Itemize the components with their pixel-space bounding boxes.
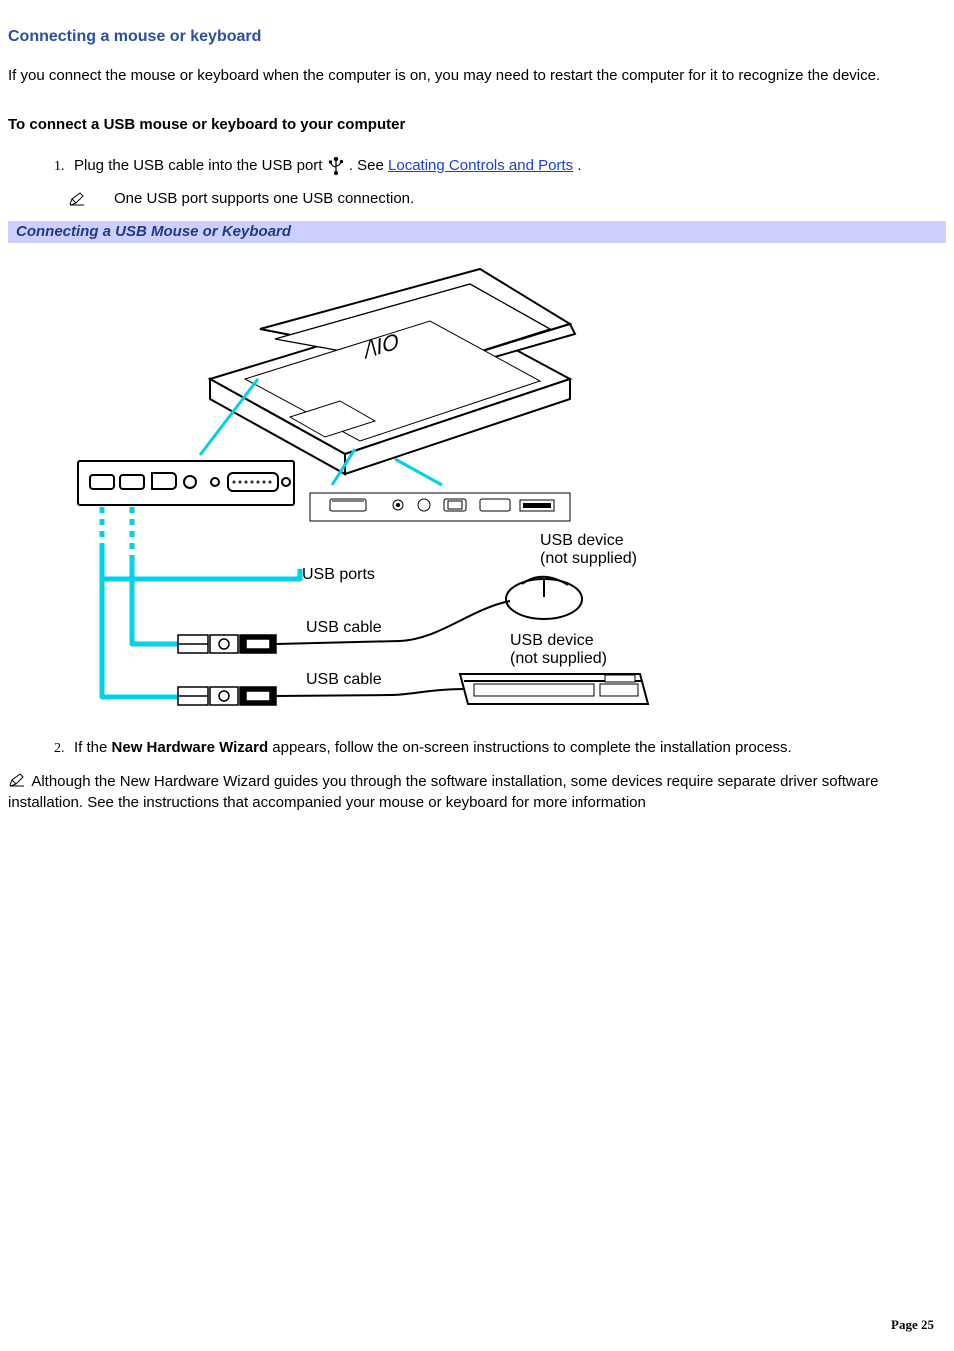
step-1-text-post-prefix: . See xyxy=(349,157,388,174)
step-1-text-pre: Plug the USB cable into the USB port xyxy=(74,157,327,174)
note-icon xyxy=(8,772,26,788)
section-heading: Connecting a mouse or keyboard xyxy=(8,28,946,46)
step-2: If the New Hardware Wizard appears, foll… xyxy=(68,737,946,758)
step-1-text-post-suffix: . xyxy=(577,157,581,174)
step-2-post: appears, follow the on-screen instructio… xyxy=(272,739,791,756)
label-not-supplied-1: (not supplied) xyxy=(540,550,637,567)
label-usb-cable-2: USB cable xyxy=(306,671,382,688)
label-usb-device-2: USB device xyxy=(510,632,594,649)
label-usb-ports: USB ports xyxy=(302,566,375,583)
step-2-bold: New Hardware Wizard xyxy=(112,739,269,756)
intro-paragraph: If you connect the mouse or keyboard whe… xyxy=(8,66,946,86)
note-icon xyxy=(68,191,86,207)
locating-controls-link[interactable]: Locating Controls and Ports xyxy=(388,157,573,174)
closing-note: Although the New Hardware Wizard guides … xyxy=(8,772,946,813)
closing-note-text: Although the New Hardware Wizard guides … xyxy=(8,773,878,810)
note-usb-connection: One USB port supports one USB connection… xyxy=(68,190,946,207)
label-usb-device-1: USB device xyxy=(540,532,624,549)
note-text: One USB port supports one USB connection… xyxy=(114,190,414,207)
figure-caption: Connecting a USB Mouse or Keyboard xyxy=(8,221,946,243)
procedure-heading: To connect a USB mouse or keyboard to yo… xyxy=(8,116,946,133)
usb-trident-icon xyxy=(327,157,345,175)
step-2-pre: If the xyxy=(74,739,112,756)
step-1: Plug the USB cable into the USB port . S… xyxy=(68,155,946,176)
figure-usb-connection: /\IO xyxy=(70,249,650,719)
label-not-supplied-2: (not supplied) xyxy=(510,650,607,667)
page-number: Page 25 xyxy=(891,1317,934,1333)
label-usb-cable-1: USB cable xyxy=(306,619,382,636)
